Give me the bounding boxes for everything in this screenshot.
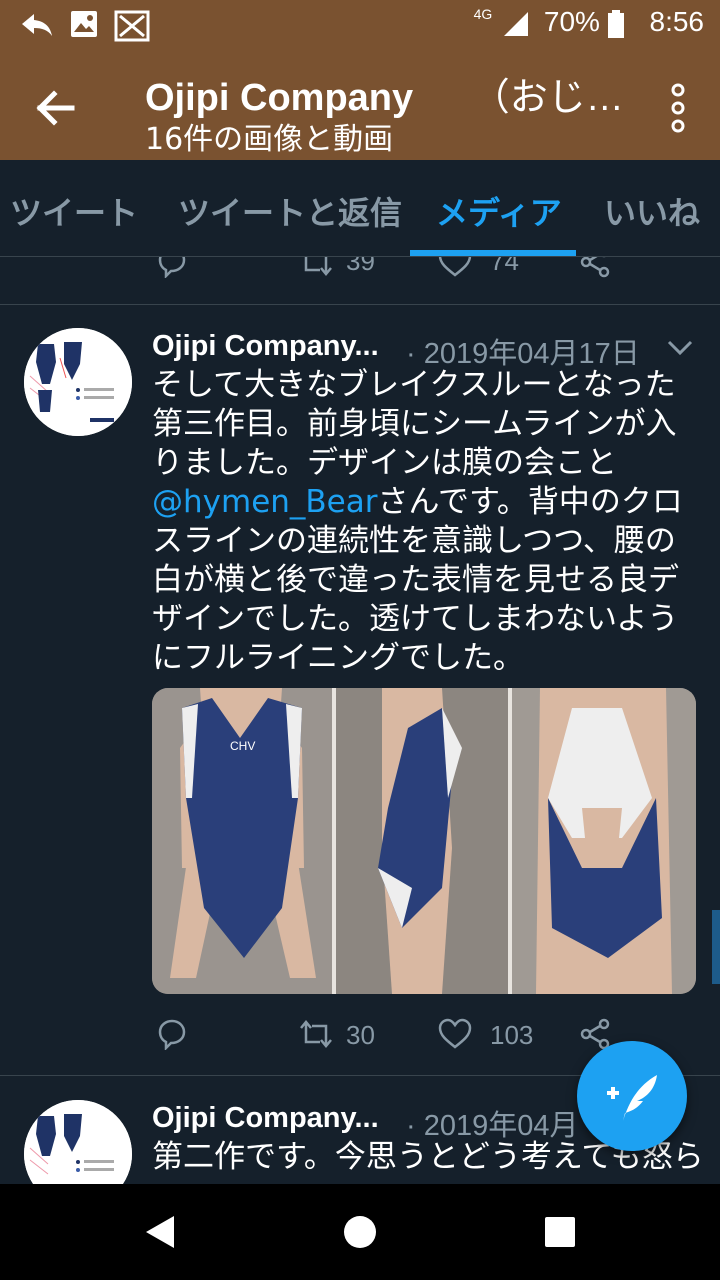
- profile-name-suffix: （おじ…: [471, 77, 624, 119]
- status-bar: 4G 70% 8:56: [0, 0, 720, 50]
- active-tab-indicator: [410, 250, 576, 256]
- tab-tweets-replies[interactable]: ツイートと返信: [178, 188, 402, 234]
- signal-icon: [504, 11, 529, 36]
- profile-tabs: ツイート ツイートと返信 メディア いいね: [0, 160, 720, 257]
- nav-recents-icon[interactable]: [544, 1216, 576, 1248]
- image-notification-icon: [71, 11, 97, 37]
- status-right: 4G 70% 8:56: [474, 6, 704, 38]
- swimsuit-photo: CHV: [152, 688, 696, 994]
- retweet-count: 30: [346, 1020, 375, 1050]
- tab-likes[interactable]: いいね: [604, 188, 700, 234]
- nav-home-icon[interactable]: [342, 1214, 378, 1250]
- tab-media[interactable]: メディア: [436, 188, 562, 234]
- retweet-icon[interactable]: [298, 1018, 334, 1050]
- app-bar: Ojipi Company （おじ… 16件の画像と動画: [0, 50, 720, 160]
- chevron-down-icon[interactable]: [666, 338, 694, 358]
- back-arrow-icon[interactable]: [30, 82, 82, 134]
- profile-title: Ojipi Company （おじ…: [145, 66, 624, 121]
- scrollbar[interactable]: [712, 910, 720, 984]
- author-name[interactable]: Ojipi Company...: [152, 1102, 379, 1135]
- like-count: 103: [490, 1020, 534, 1050]
- swimsuit-logo: CHV: [230, 739, 255, 753]
- mention-link[interactable]: @hymen_Bear: [152, 484, 378, 520]
- tweet-media-image[interactable]: CHV: [152, 688, 696, 994]
- battery-label: 70%: [543, 6, 600, 37]
- reply-icon[interactable]: [156, 1018, 188, 1050]
- compose-icon: [607, 1075, 657, 1121]
- tweet-text-part1: そして大きなブレイクスルーとなった第三作目。前身頃にシームラインが入りました。デ…: [152, 367, 677, 481]
- tweet-text: そして大きなブレイクスルーとなった第三作目。前身頃にシームラインが入りました。デ…: [152, 366, 697, 678]
- like-icon[interactable]: [438, 1018, 472, 1050]
- media-count: 16件の画像と動画: [145, 122, 394, 157]
- compose-tweet-button[interactable]: [577, 1041, 687, 1151]
- tab-tweets[interactable]: ツイート: [10, 188, 138, 234]
- time-label: 8:56: [649, 6, 705, 37]
- nav-back-icon[interactable]: [142, 1214, 178, 1250]
- more-vert-icon[interactable]: [666, 82, 690, 134]
- system-nav-bar: [0, 1184, 720, 1280]
- battery-icon: [607, 9, 624, 38]
- author-name[interactable]: Ojipi Company...: [152, 330, 379, 363]
- profile-name: Ojipi Company: [145, 77, 414, 119]
- avatar-image: [24, 1100, 132, 1184]
- network-label: 4G: [473, 6, 493, 22]
- app-notification-icon: [114, 10, 150, 42]
- reply-notification-icon: [22, 14, 52, 36]
- tweet[interactable]: Ojipi Company... · 2019年04月17日 そして大きなブレイ…: [0, 304, 720, 1076]
- avatar[interactable]: [24, 328, 132, 436]
- avatar-image: [24, 328, 132, 436]
- avatar[interactable]: [24, 1100, 132, 1184]
